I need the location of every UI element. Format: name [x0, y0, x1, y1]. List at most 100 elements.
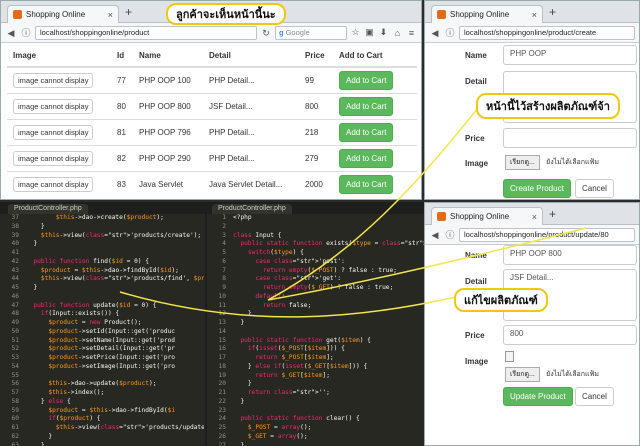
- price-label: Price: [465, 331, 485, 340]
- product-price: 2000: [299, 170, 333, 197]
- product-name: Java Servlet: [133, 170, 203, 197]
- code-line: if(isset($_POST[$item])) {: [247, 345, 345, 353]
- name-input[interactable]: PHP OOP: [503, 45, 637, 65]
- code-line: $product = $this->dao->findById($id);: [40, 266, 179, 274]
- download-icon[interactable]: ⬇: [378, 27, 389, 38]
- line-numbers-right: 1 2 3 4 5 6 7 8 9 10 11 12 13 14 15 16 17 18 19 20 21 22 23 24 2…: [207, 214, 229, 446]
- browser-tab[interactable]: Shopping Online ×: [431, 207, 543, 225]
- code-line: return false;: [262, 301, 312, 309]
- code-line: case class="str">'post':: [255, 257, 345, 265]
- close-icon[interactable]: ×: [532, 10, 537, 20]
- address-input[interactable]: localhost/shoppingonline/product/update/…: [459, 227, 635, 242]
- code-line: $_GET = array();: [247, 432, 308, 440]
- line-number: 46: [11, 292, 19, 300]
- code-editor: ProductController.php ProductController.…: [0, 202, 424, 446]
- home-icon[interactable]: ⌂: [392, 28, 403, 38]
- code-line: default:: [255, 292, 286, 300]
- product-id: 80: [111, 92, 133, 119]
- code-line: }: [233, 397, 245, 405]
- line-number: 50: [11, 327, 19, 335]
- back-icon[interactable]: ◀: [5, 27, 17, 39]
- code-line: $product = $this->dao->findById($i: [48, 406, 176, 414]
- browse-button[interactable]: เรียกดู...: [505, 155, 540, 170]
- line-number: 53: [11, 354, 19, 361]
- col-price: Price: [299, 45, 333, 68]
- close-icon[interactable]: ×: [108, 10, 113, 20]
- add-to-cart-button[interactable]: Add to Cart: [339, 174, 394, 194]
- new-tab-icon[interactable]: +: [549, 207, 556, 221]
- clipboard-icon[interactable]: ▣: [364, 27, 375, 38]
- product-detail: PHP Detail...: [203, 66, 299, 93]
- add-to-cart-button[interactable]: Add to Cart: [339, 96, 394, 116]
- line-number: 11: [218, 301, 226, 309]
- editor-tab-left[interactable]: ProductController.php: [8, 204, 88, 214]
- product-detail: Java Servlet Detail...: [203, 170, 299, 197]
- info-icon[interactable]: ⓘ: [20, 27, 32, 39]
- line-number: 4: [222, 240, 226, 248]
- detail-label: Detail: [465, 77, 487, 86]
- add-to-cart-button[interactable]: Add to Cart: [339, 148, 394, 168]
- code-line: return empty($_GET) ? false : true;: [262, 284, 394, 291]
- cancel-button[interactable]: Cancel: [575, 179, 614, 198]
- line-number: 19: [218, 371, 226, 379]
- name-input[interactable]: PHP OOP 800: [503, 245, 637, 265]
- browser-tab[interactable]: Shopping Online ×: [7, 5, 119, 23]
- code-line: <?php: [233, 214, 252, 221]
- col-id: Id: [111, 45, 133, 68]
- update-product-button[interactable]: Update Product: [503, 387, 573, 406]
- line-number: 38: [11, 222, 19, 230]
- code-line: public function find($id = 0) {: [33, 257, 149, 265]
- info-icon[interactable]: ⓘ: [444, 27, 456, 39]
- product-detail: JSF Detail...: [203, 92, 299, 119]
- price-input[interactable]: 800: [503, 325, 637, 345]
- new-tab-icon[interactable]: +: [549, 5, 556, 19]
- line-number: 62: [11, 432, 19, 440]
- search-input[interactable]: g Google: [275, 25, 347, 40]
- add-to-cart-button[interactable]: Add to Cart: [339, 70, 394, 90]
- code-line: $product->setPrice(Input::get('pro: [48, 354, 176, 361]
- address-input[interactable]: localhost/shoppingonline/product/create: [459, 25, 635, 40]
- browser-tab[interactable]: Shopping Online ×: [431, 5, 543, 23]
- editor-tab-right[interactable]: ProductController.php: [212, 204, 292, 214]
- col-name: Name: [133, 45, 203, 68]
- back-icon[interactable]: ◀: [429, 27, 441, 39]
- cancel-button[interactable]: Cancel: [575, 387, 614, 406]
- star-icon[interactable]: ☆: [350, 27, 361, 38]
- col-add-to-cart: Add to Cart: [333, 45, 417, 68]
- price-input[interactable]: [503, 128, 637, 148]
- close-icon[interactable]: ×: [532, 212, 537, 222]
- address-toolbar: ◀ ⓘ localhost/shoppingonline/product ↻ g…: [1, 23, 421, 43]
- code-line: public static function clear() {: [240, 415, 360, 423]
- line-number: 12: [218, 310, 226, 318]
- code-line: $this->view(class="str">'products/find',…: [40, 275, 204, 283]
- line-number: 37: [11, 214, 19, 221]
- new-tab-icon[interactable]: +: [125, 5, 132, 19]
- reload-icon[interactable]: ↻: [260, 27, 272, 39]
- product-image: image cannot display: [13, 98, 94, 114]
- line-number: 41: [11, 249, 19, 256]
- info-icon[interactable]: ⓘ: [444, 229, 456, 241]
- create-product-button[interactable]: Create Product: [503, 179, 571, 198]
- line-numbers-left: 37 38 39 40 41 42 43 44 45 46 47 48 49 50 51 52 53 54 55 56…: [0, 214, 22, 446]
- code-line: return $_POST[$item];: [255, 354, 334, 361]
- browse-button[interactable]: เรียกดู...: [505, 367, 540, 382]
- add-to-cart-button[interactable]: Add to Cart: [339, 122, 394, 142]
- code-pane-left[interactable]: $this->dao->create($product); } $this->v…: [26, 214, 204, 446]
- code-line: class Input {: [233, 231, 282, 239]
- line-number: 10: [218, 292, 226, 300]
- line-number: 18: [218, 362, 226, 370]
- code-line: }: [233, 380, 252, 388]
- code-line: switch($type) {: [247, 249, 304, 256]
- menu-icon[interactable]: ≡: [406, 28, 417, 38]
- address-toolbar: ◀ ⓘ localhost/shoppingonline/product/upd…: [425, 225, 639, 245]
- address-input[interactable]: localhost/shoppingonline/product: [35, 25, 257, 40]
- product-name: PHP OOP 796: [133, 118, 203, 145]
- product-price: 279: [299, 144, 333, 171]
- code-pane-right[interactable]: <?php class Input { public static functi…: [233, 214, 424, 446]
- back-icon[interactable]: ◀: [429, 229, 441, 241]
- code-line: }: [26, 222, 45, 230]
